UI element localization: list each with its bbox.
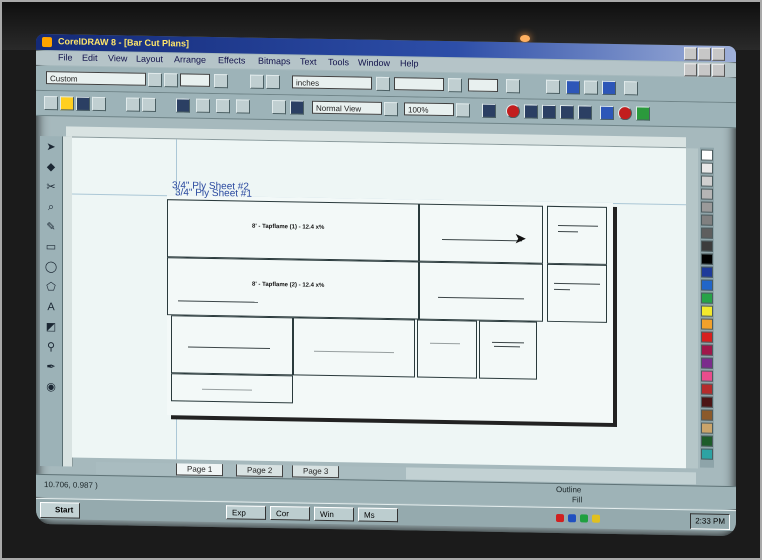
monitor-photo: CorelDRAW 8 - [Bar Cut Plans] File Edit … bbox=[0, 0, 762, 560]
photo-border bbox=[0, 0, 762, 560]
